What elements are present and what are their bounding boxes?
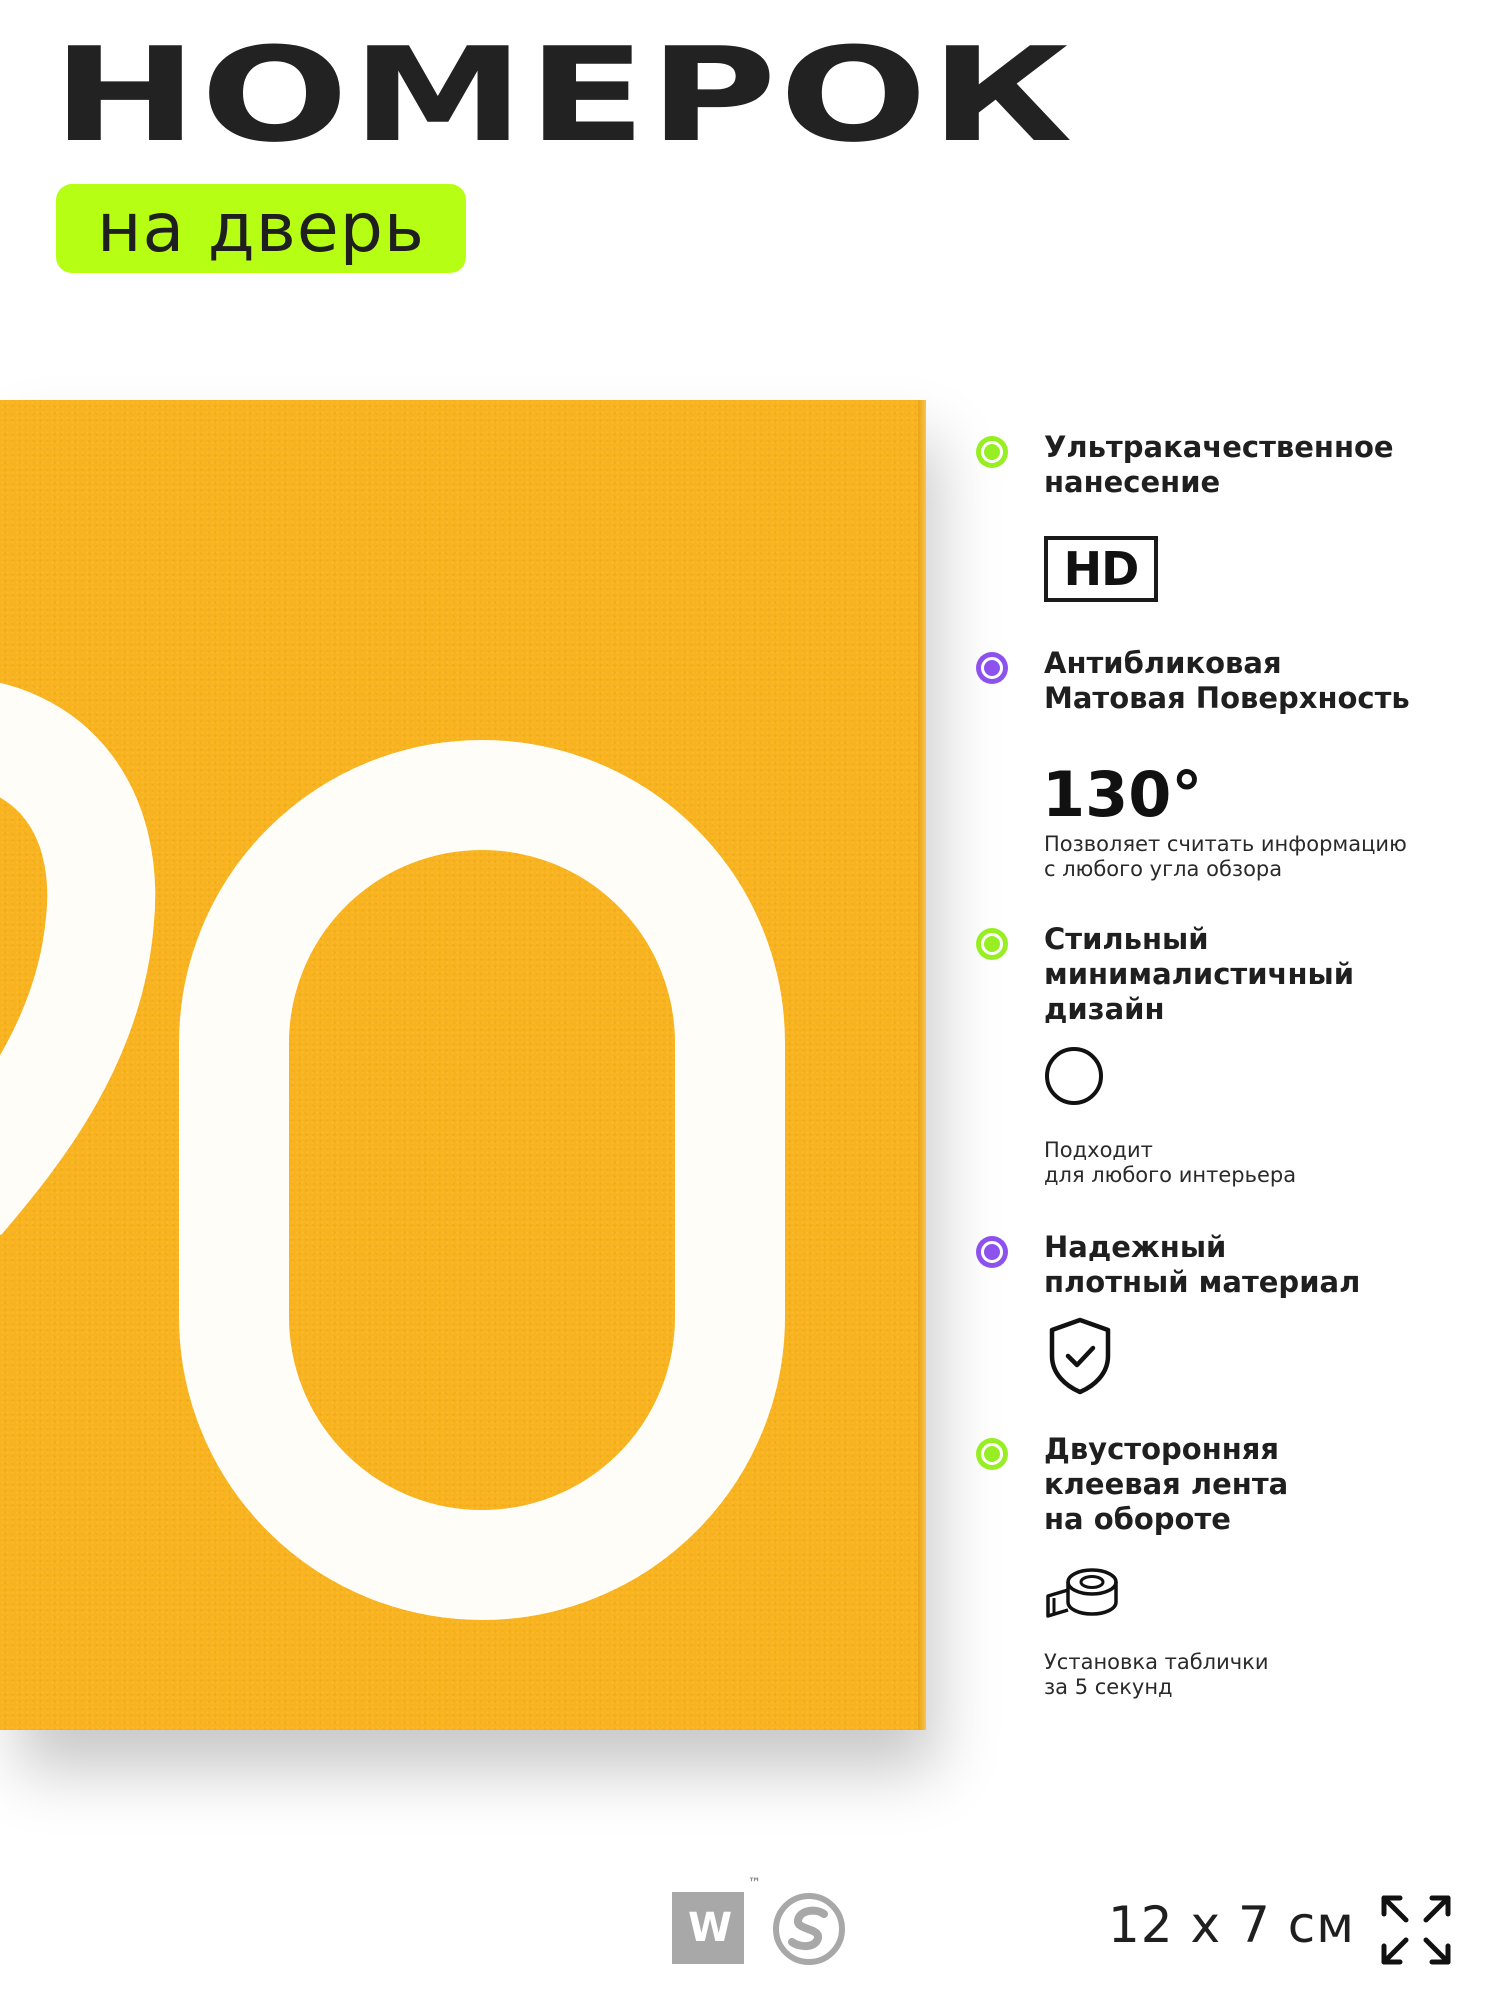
feature-title: Надежный плотный материал — [1044, 1230, 1361, 1299]
bullet-dot-icon — [976, 1236, 1008, 1268]
feature-note: Позволяет считать информацию с любого уг… — [1044, 832, 1407, 881]
bullet-dot-icon — [976, 1438, 1008, 1470]
hd-badge: HD — [1044, 536, 1158, 602]
feature-note: Подходит для любого интерьера — [1044, 1138, 1297, 1187]
subtitle-badge: на дверь — [56, 184, 466, 273]
bullet-dot-icon — [976, 652, 1008, 684]
plate-digits — [0, 683, 785, 1620]
feature-title: Двусторонняя клеевая лента на обороте — [1044, 1432, 1289, 1536]
feature-title: Антибликовая Матовая Поверхность — [1044, 646, 1410, 715]
brand-logo: W — [672, 1892, 744, 1964]
tape-roll-icon — [1046, 1568, 1118, 1618]
size-label: 12 x 7 см — [1108, 1896, 1355, 1954]
trademark-mark: ™ — [748, 1876, 761, 1891]
bullet-dot-icon — [976, 928, 1008, 960]
subtitle-text: на дверь — [97, 188, 425, 268]
digit-two-partial — [0, 683, 156, 1236]
bullet-dot-icon — [976, 436, 1008, 468]
shield-check-icon — [1049, 1317, 1111, 1395]
plate-edge — [918, 400, 926, 1730]
feature-title: Стильный минималистичный дизайн — [1044, 922, 1355, 1026]
feature-title: Ультракачественное нанесение — [1044, 430, 1394, 499]
feature-note: Установка таблички за 5 секунд — [1044, 1650, 1269, 1699]
product-plate — [0, 400, 925, 1730]
circle-icon — [1045, 1047, 1103, 1105]
page-title: НОМЕРОК — [52, 19, 1076, 171]
expand-arrows-icon — [1381, 1895, 1451, 1965]
digit-zero — [179, 740, 785, 1620]
brand-s-logo-icon — [773, 1893, 845, 1965]
viewing-angle-value: 130° — [1042, 758, 1203, 831]
